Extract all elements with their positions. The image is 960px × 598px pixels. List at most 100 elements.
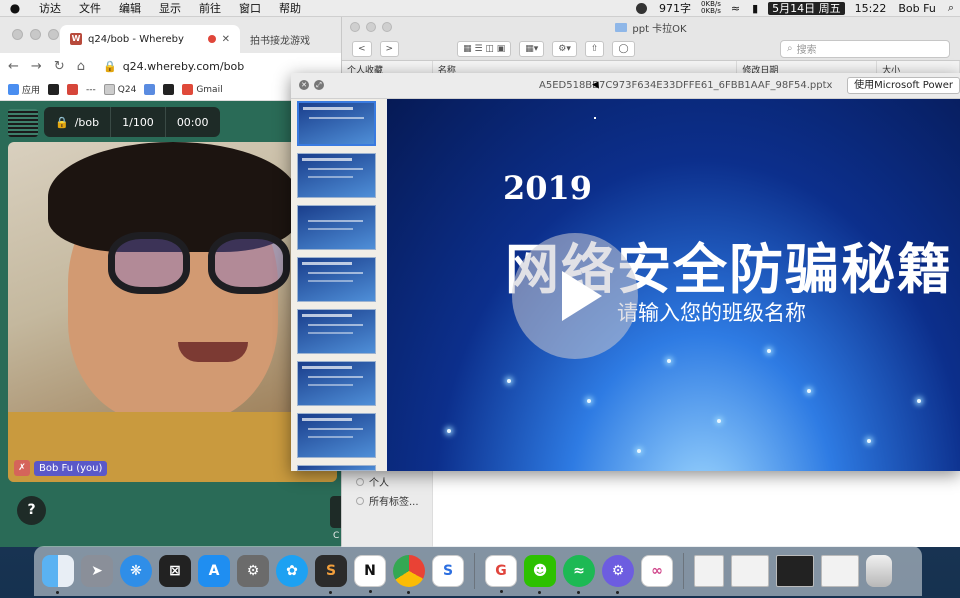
wechat-icon[interactable]: ☻ [524,555,556,594]
tag-icon[interactable]: ◯ [612,40,635,57]
window-controls [12,29,59,40]
bookmark-gmail[interactable]: Gmail [182,84,223,95]
bookmark-q24[interactable]: Q24 [103,84,136,95]
minimized-window-thumbnail[interactable] [821,555,859,587]
forward-button[interactable]: > [379,40,400,57]
menu-go[interactable]: 前往 [190,0,230,16]
close-window-button[interactable] [350,22,360,32]
reload-icon[interactable]: ↻ [54,59,65,74]
twitter-icon[interactable]: ✿ [276,555,308,587]
bookmark-item[interactable] [163,84,175,95]
bookmark-item[interactable] [67,84,79,95]
close-icon[interactable]: ✕ [299,80,309,90]
participant-video[interactable]: ✗ Bob Fu (you) [8,142,337,482]
zoom-window-button[interactable] [382,22,392,32]
app-store-icon[interactable]: A [198,555,230,587]
dock-separator [474,553,475,589]
bookmark-icon [163,84,175,95]
view-mode-icons[interactable]: ▦ ☰ ◫ ▣ [457,40,512,57]
back-button[interactable]: < [352,40,372,57]
close-window-button[interactable] [12,29,23,40]
minimize-window-button[interactable] [30,29,41,40]
tab-strip: W q24/bob - Whereby ✕ 拍书接龙游戏 [0,17,345,53]
link-app-icon[interactable]: ∞ [641,555,673,587]
tab-book-game[interactable]: 拍书接龙游戏 [240,25,330,53]
sublime-text-icon[interactable]: S [315,555,347,594]
chrome-icon[interactable] [393,555,425,594]
finder-search-input[interactable]: ⌕ 搜索 [780,39,950,58]
tag-circle-icon [356,477,364,486]
action-gear-icon[interactable]: ⚙▾ [552,40,577,57]
participant-name: Bob Fu (you) [34,460,108,476]
shortcut-icon[interactable]: S [432,555,464,587]
notion-icon[interactable]: N [354,555,386,593]
slide-thumbnail[interactable] [297,257,376,302]
light-point [637,449,641,453]
grammarly-icon[interactable]: G [485,555,517,593]
share-icon[interactable]: ⇧ [584,40,605,57]
sidebar-item-label: 个人 [369,478,389,489]
help-button[interactable]: ? [17,496,46,525]
slide-thumbnail[interactable] [297,205,376,250]
safari-icon[interactable]: ❋ [120,555,152,587]
menubar-time[interactable]: 15:22 [849,0,893,17]
room-name[interactable]: 🔒 /bob [44,107,112,137]
menu-file[interactable]: 文件 [70,0,110,16]
finder-icon[interactable] [42,555,74,594]
menu-view[interactable]: 显示 [150,0,190,16]
bookmark-separator[interactable]: --- [86,85,96,95]
minimized-window-thumbnail[interactable] [776,555,814,587]
system-preferences-icon[interactable]: ⚙ [237,555,269,587]
slide-thumbnail[interactable] [297,413,376,458]
battery-icon[interactable]: ▮ [746,0,764,17]
trash-icon[interactable] [866,555,892,587]
open-with-powerpoint-button[interactable]: 使用Microsoft Power [847,77,960,94]
user-name[interactable]: Bob Fu [892,0,941,17]
group-by-icon[interactable]: ▦▾ [519,40,545,57]
sidebar-tag-personal[interactable]: 个人 [356,474,389,489]
launchpad-icon[interactable]: ➤ [81,555,113,587]
word-count-label[interactable]: 971字 [653,0,697,17]
bookmark-item[interactable] [48,84,60,95]
slide-thumbnail[interactable] [297,101,376,146]
bookmark-icon [144,84,156,95]
forward-arrow-icon[interactable]: → [31,59,42,74]
tab-whereby[interactable]: W q24/bob - Whereby ✕ [60,25,240,53]
slide-thumbnail[interactable] [297,465,376,471]
address-bar[interactable]: 🔒 q24.whereby.com/bob [103,60,244,73]
minimize-window-button[interactable] [366,22,376,32]
fullscreen-icon[interactable]: ⤢ [314,80,324,90]
slide-thumbnail[interactable] [297,309,376,354]
lock-icon: 🔒 [55,115,69,129]
slide-thumbnail[interactable] [297,153,376,198]
zoom-window-button[interactable] [48,29,59,40]
sidebar-tag-all[interactable]: 所有标签... [356,493,419,508]
slide-preview: 2019 网络安全防骗秘籍 请输入您的班级名称 [387,99,960,471]
whereby-logo-icon[interactable] [8,109,38,137]
play-button-icon[interactable] [512,233,638,359]
mic-muted-icon: ✗ [14,460,30,476]
settings-gear-icon[interactable]: ⚙ [602,555,634,594]
home-icon[interactable]: ⌂ [77,59,85,74]
dock: ➤ ❋ ⊠ A ⚙ ✿ S N S G ☻ ≈ ⚙ ∞ [34,546,922,596]
apple-menu-icon[interactable]: ● [0,1,30,15]
finder-toolbar: < > ▦ ☰ ◫ ▣ ▦▾ ⚙▾ ⇧ ◯ ⌕ 搜索 [342,37,960,61]
menu-help[interactable]: 帮助 [270,0,310,16]
back-arrow-icon[interactable]: ← [8,59,19,74]
light-point [447,429,451,433]
wifi-icon[interactable]: ≈ [725,0,746,17]
minimized-window-thumbnail[interactable] [731,555,769,587]
bookmark-item[interactable] [144,84,156,95]
record-status-icon[interactable] [630,0,653,17]
spotify-icon[interactable]: ≈ [563,555,595,594]
close-tab-icon[interactable]: ✕ [222,34,230,45]
spotlight-icon[interactable]: ⌕ [942,0,960,17]
menubar-date[interactable]: 5月14日 周五 [768,1,845,15]
mosaic-icon[interactable]: ⊠ [159,555,191,587]
slide-thumbnail[interactable] [297,361,376,406]
bookmark-apps[interactable]: 应用 [8,83,40,96]
menu-finder[interactable]: 访达 [30,0,70,16]
menu-edit[interactable]: 编辑 [110,0,150,16]
minimized-window-thumbnail[interactable] [694,555,724,587]
menu-window[interactable]: 窗口 [230,0,270,16]
